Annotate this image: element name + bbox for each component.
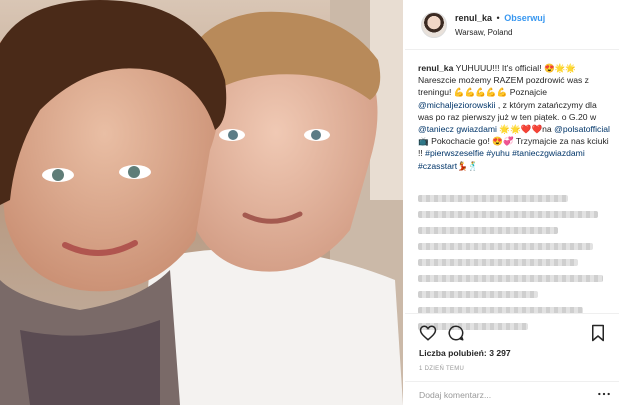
- caption-username[interactable]: renul_ka: [418, 63, 453, 73]
- comment-input[interactable]: [419, 388, 589, 402]
- comment-bar: [405, 381, 619, 405]
- likes-count[interactable]: Liczba polubień: 3 297: [419, 348, 511, 358]
- post-caption: renul_ka YUHUUU!!! It's official! 😍🌟🌟 Na…: [418, 62, 610, 172]
- location-link[interactable]: Warsaw, Poland: [455, 28, 513, 37]
- selfie-image: [0, 0, 403, 405]
- user-line: renul_ka • Obserwuj: [455, 13, 545, 23]
- heart-icon[interactable]: [419, 324, 437, 342]
- username-link[interactable]: renul_ka: [455, 13, 492, 23]
- hashtag-czasstart[interactable]: #czasstart: [418, 161, 457, 171]
- bookmark-icon[interactable]: [589, 324, 607, 342]
- hashtag-yuhu[interactable]: #yuhu: [486, 148, 509, 158]
- avatar[interactable]: [421, 12, 447, 38]
- caption-text-3: 🌟🌟❤️❤️na: [496, 124, 555, 135]
- post-sidebar: renul_ka • Obserwuj Warsaw, Poland renul…: [405, 0, 619, 405]
- separator-dot: •: [496, 13, 500, 23]
- caption-text-5: 💃🕺: [457, 160, 479, 171]
- hashtag-tanieczgwiazdami[interactable]: #tanieczgwiazdami: [512, 148, 585, 158]
- mention-michaljeziorowskii[interactable]: @michaljeziorowskii: [418, 100, 496, 110]
- post-header: renul_ka • Obserwuj Warsaw, Poland: [405, 0, 619, 50]
- more-options-icon[interactable]: [597, 389, 611, 399]
- likes-number: 3 297: [489, 348, 511, 358]
- comment-placeholder-line: [418, 291, 538, 298]
- comment-placeholder-line: [418, 259, 578, 266]
- likes-label: Liczba polubień:: [419, 348, 487, 358]
- mention-tanieczgwiazdami[interactable]: @taniecz gwiazdami: [418, 124, 497, 134]
- comment-placeholder-line: [418, 275, 603, 282]
- post-photo[interactable]: [0, 0, 403, 405]
- comment-placeholder-line: [418, 211, 598, 218]
- post-actions: Liczba polubień: 3 297 1 DZIEŃ TEMU: [405, 313, 619, 405]
- comment-placeholder-line: [418, 227, 558, 234]
- hashtag-pierwszeselfie[interactable]: #pierwszeselfie: [425, 148, 484, 158]
- post-timestamp[interactable]: 1 DZIEŃ TEMU: [419, 366, 464, 372]
- comment-placeholder-line: [418, 243, 593, 250]
- follow-button[interactable]: Obserwuj: [504, 13, 545, 23]
- comment-placeholder-line: [418, 195, 568, 202]
- mention-polsatofficial[interactable]: @polsatofficial: [554, 124, 610, 134]
- comment-icon[interactable]: [447, 324, 465, 342]
